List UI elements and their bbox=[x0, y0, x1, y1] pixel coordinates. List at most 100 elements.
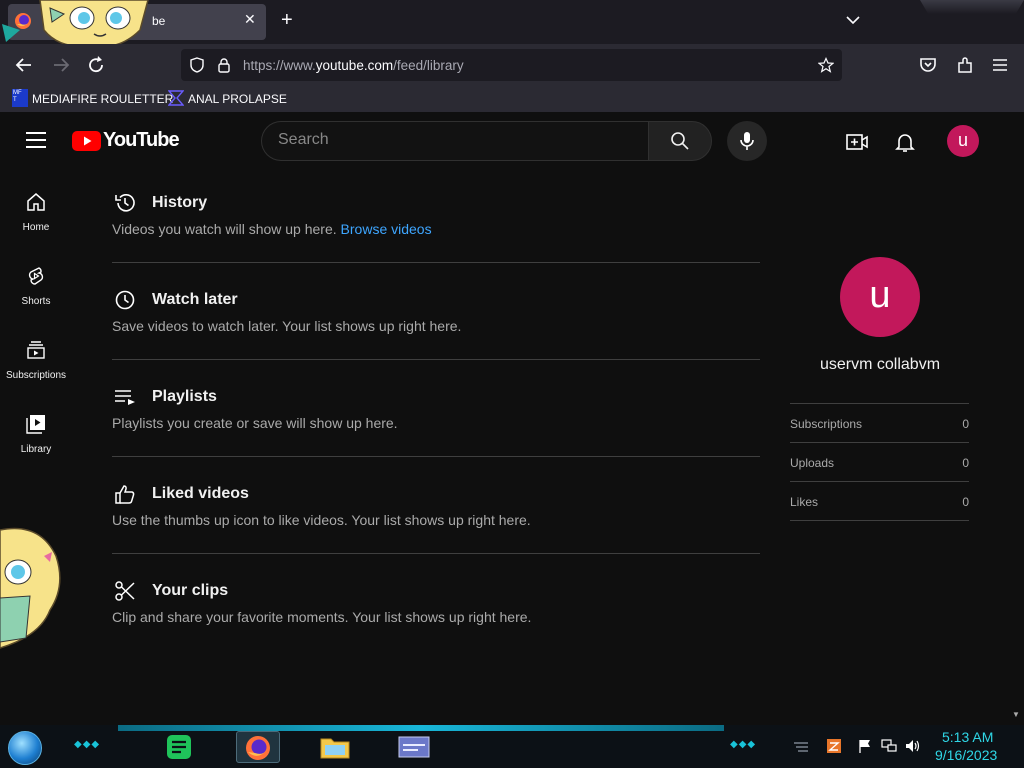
folder-icon bbox=[320, 738, 350, 759]
browser-nav-bar: https://www.youtube.com/feed/library bbox=[0, 44, 1024, 86]
search-box[interactable] bbox=[261, 121, 649, 161]
lock-icon[interactable] bbox=[217, 57, 231, 73]
clock-icon[interactable] bbox=[114, 289, 136, 311]
section-title[interactable]: Liked videos bbox=[152, 485, 249, 503]
hamburger-menu-icon[interactable] bbox=[991, 55, 1009, 75]
profile-name[interactable]: uservm collabvm bbox=[790, 356, 970, 374]
clock-time[interactable]: 5:13 AM bbox=[942, 729, 993, 745]
search-button[interactable] bbox=[648, 121, 712, 161]
deco-star-icon bbox=[2, 24, 20, 42]
chevron-down-icon[interactable] bbox=[845, 12, 861, 28]
section-history: History Videos you watch will show up he… bbox=[112, 192, 760, 289]
section-your-clips: Your clips Clip and share your favorite … bbox=[112, 580, 760, 677]
section-title[interactable]: Playlists bbox=[152, 388, 217, 406]
extensions-icon[interactable] bbox=[955, 55, 975, 75]
taskbar-app-firefox[interactable] bbox=[236, 731, 280, 763]
shield-icon[interactable] bbox=[189, 57, 205, 73]
stat-label: Likes bbox=[790, 495, 819, 509]
section-title[interactable]: Your clips bbox=[152, 582, 228, 600]
profile-avatar[interactable]: u bbox=[840, 257, 920, 337]
account-avatar-button[interactable]: u bbox=[947, 125, 979, 157]
url-text[interactable]: https://www.youtube.com/feed/library bbox=[243, 58, 464, 73]
youtube-page: YouTube u bbox=[0, 112, 1024, 725]
browser-tab-bar: be ✕ + bbox=[0, 0, 1024, 48]
stat-label: Subscriptions bbox=[790, 417, 863, 431]
cartoon-character-image bbox=[39, 0, 149, 48]
stat-uploads: Uploads 0 bbox=[790, 442, 969, 481]
sidebar-item-label: Home bbox=[22, 222, 50, 233]
section-playlists: Playlists Playlists you create or save w… bbox=[112, 386, 760, 483]
thumbs-up-icon[interactable] bbox=[114, 483, 136, 505]
taskbar-app-control-panel[interactable] bbox=[392, 731, 436, 763]
screen: be ✕ + https://www.youtube.com/feed/libr… bbox=[0, 0, 1024, 768]
tray-app-icon[interactable] bbox=[826, 739, 842, 753]
bookmark-second[interactable]: ANAL PROLAPSE bbox=[188, 92, 287, 106]
clock-date[interactable]: 9/16/2023 bbox=[935, 747, 997, 763]
theme-decoration bbox=[920, 0, 1024, 14]
bookmark-mediafire[interactable]: MEDIAFIRE ROULETTER bbox=[32, 92, 173, 106]
history-icon[interactable] bbox=[114, 192, 136, 214]
section-description: Videos you watch will show up here. Brow… bbox=[112, 221, 432, 237]
url-path: /feed/library bbox=[393, 58, 464, 73]
library-icon bbox=[26, 415, 45, 434]
mediafire-icon: MF T bbox=[12, 89, 28, 107]
stat-value: 0 bbox=[962, 417, 969, 431]
sidebar-item-subscriptions[interactable]: Subscriptions bbox=[0, 340, 72, 414]
section-title[interactable]: History bbox=[152, 194, 207, 212]
stat-value: 0 bbox=[962, 495, 969, 509]
network-icon[interactable] bbox=[881, 739, 897, 753]
scissors-icon[interactable] bbox=[114, 580, 136, 602]
firefox-icon bbox=[246, 736, 270, 760]
tab-close-icon[interactable]: ✕ bbox=[244, 11, 256, 28]
url-domain: youtube.com bbox=[315, 58, 394, 73]
microphone-icon bbox=[740, 132, 754, 150]
start-orb-button[interactable] bbox=[8, 731, 42, 765]
divider bbox=[112, 553, 760, 554]
shorts-icon bbox=[28, 267, 44, 285]
new-tab-button[interactable]: + bbox=[281, 10, 293, 30]
volume-icon[interactable] bbox=[905, 739, 921, 753]
taskbar-app-file-explorer[interactable] bbox=[314, 731, 358, 763]
star-icon[interactable] bbox=[818, 57, 834, 73]
url-bar[interactable]: https://www.youtube.com/feed/library bbox=[181, 49, 842, 81]
stat-likes: Likes 0 bbox=[790, 481, 969, 520]
forward-icon[interactable] bbox=[50, 54, 72, 76]
description-text: Videos you watch will show up here. bbox=[112, 221, 337, 237]
sidebar-item-home[interactable]: Home bbox=[0, 192, 72, 266]
bookmark-icon bbox=[168, 90, 184, 106]
back-icon[interactable] bbox=[13, 54, 35, 76]
pocket-icon[interactable] bbox=[918, 55, 938, 75]
taskbar-grip-icon[interactable] bbox=[793, 739, 809, 753]
taskbar-decoration: ◆◆◆ bbox=[74, 739, 101, 750]
search-input[interactable] bbox=[278, 131, 628, 149]
section-watch-later: Watch later Save videos to watch later. … bbox=[112, 289, 760, 386]
sidebar-item-library[interactable]: Library bbox=[0, 414, 72, 488]
notes-app-icon bbox=[167, 735, 191, 759]
divider bbox=[112, 456, 760, 457]
create-video-icon[interactable] bbox=[845, 130, 869, 154]
section-description: Save videos to watch later. Your list sh… bbox=[112, 318, 462, 334]
os-taskbar: ◆◆◆ ◆◆◆ 5:13 AM 9/16/2023 bbox=[0, 725, 1024, 768]
taskbar-decoration: ◆◆◆ bbox=[730, 739, 757, 750]
browse-videos-link[interactable]: Browse videos bbox=[341, 221, 432, 237]
voice-search-button[interactable] bbox=[727, 121, 767, 161]
youtube-logo-text[interactable]: YouTube bbox=[103, 129, 180, 152]
stat-value: 0 bbox=[962, 456, 969, 470]
playlist-icon[interactable] bbox=[114, 386, 136, 408]
url-prefix: https://www. bbox=[243, 58, 316, 73]
sidebar-item-label: Library bbox=[20, 444, 52, 455]
cartoon-character-image bbox=[0, 527, 61, 649]
section-description: Clip and share your favorite moments. Yo… bbox=[112, 609, 532, 625]
action-center-flag-icon[interactable] bbox=[857, 739, 873, 753]
sidebar-item-shorts[interactable]: Shorts bbox=[0, 266, 72, 340]
section-title[interactable]: Watch later bbox=[152, 291, 238, 309]
sidebar-item-label: Subscriptions bbox=[5, 370, 67, 381]
home-icon bbox=[27, 193, 45, 211]
taskbar-app-notes[interactable] bbox=[158, 731, 202, 763]
window-app-icon bbox=[398, 736, 430, 758]
guide-menu-button[interactable] bbox=[26, 132, 46, 148]
sidebar-item-label: Shorts bbox=[21, 296, 51, 307]
notifications-bell-icon[interactable] bbox=[893, 130, 917, 154]
scroll-down-arrow[interactable]: ▼ bbox=[1012, 710, 1020, 719]
reload-icon[interactable] bbox=[85, 54, 107, 76]
